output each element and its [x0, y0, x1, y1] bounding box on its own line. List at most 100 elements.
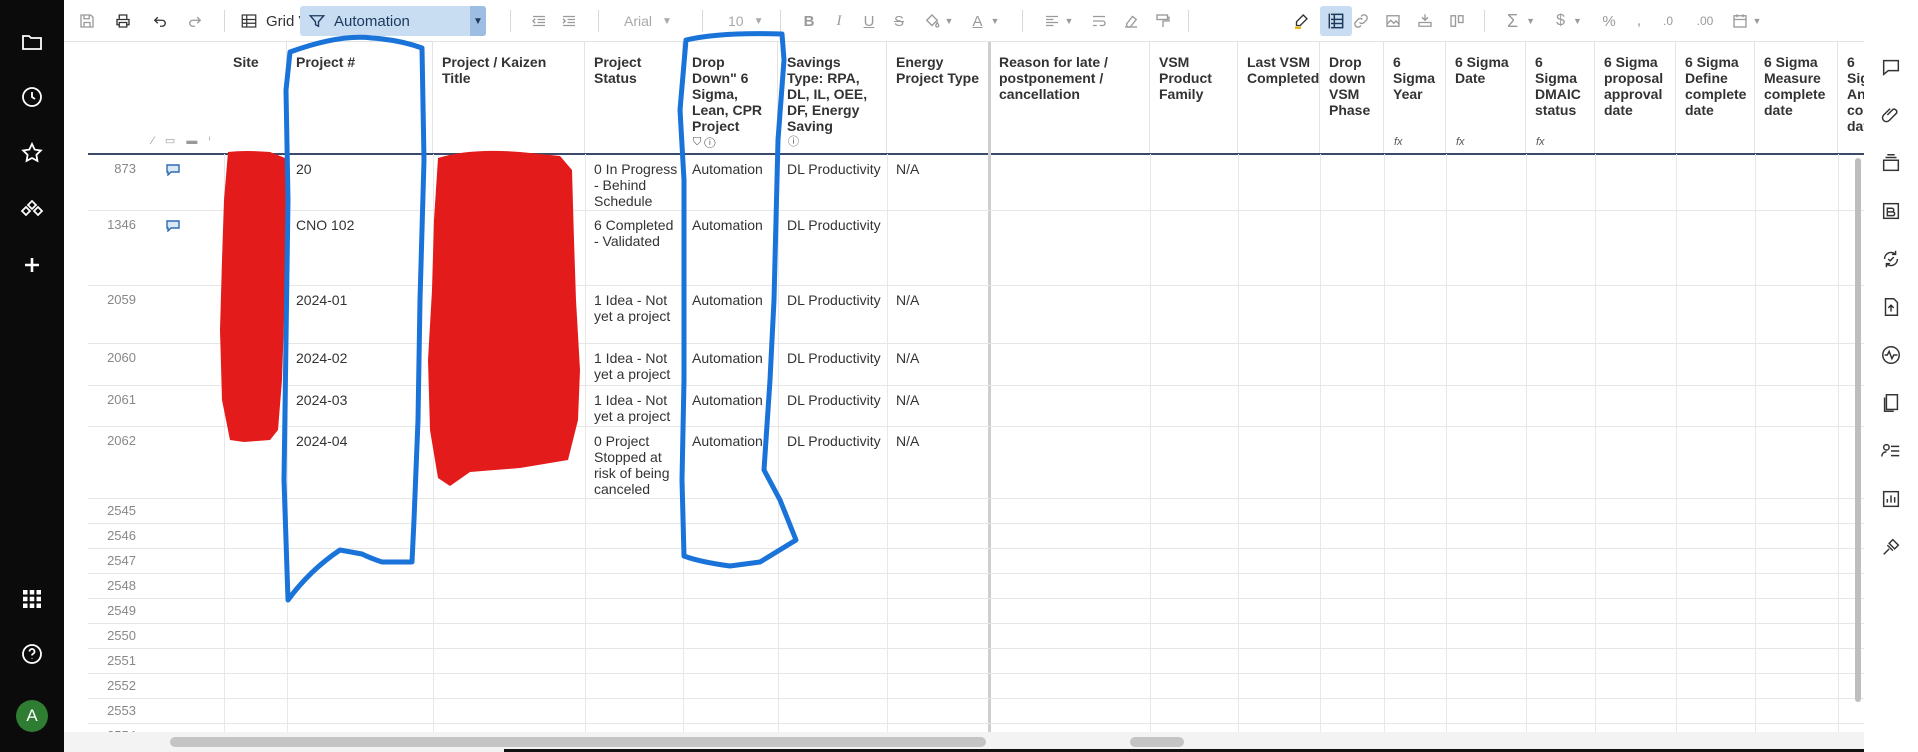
- horizontal-scrollbar-frozen[interactable]: [170, 737, 986, 747]
- insert-row-icon[interactable]: [1414, 8, 1436, 34]
- cell-project_num[interactable]: 2024-04: [289, 433, 429, 449]
- publish-icon[interactable]: [1878, 294, 1904, 320]
- bold-icon[interactable]: B: [798, 8, 820, 34]
- apps-grid-icon[interactable]: [16, 583, 48, 615]
- chevron-down-icon[interactable]: ▼: [470, 6, 486, 36]
- column-header-dmaic[interactable]: 6 Sigma DMAIC status fx: [1526, 42, 1595, 154]
- cell-dropdown[interactable]: Automation: [685, 217, 774, 233]
- star-icon[interactable]: [16, 137, 48, 169]
- print-icon[interactable]: [112, 8, 134, 34]
- cell-status[interactable]: 1 Idea - Not yet a project: [587, 350, 679, 382]
- cell-status[interactable]: 1 Idea - Not yet a project: [587, 292, 679, 324]
- cell-status[interactable]: 1 Idea - Not yet a project: [587, 392, 679, 424]
- column-header-analyze[interactable]: 6 Sigma Anal comp date: [1838, 42, 1864, 154]
- column-header-proposal[interactable]: 6 Sigma proposal approval date: [1595, 42, 1676, 154]
- cell-dropdown[interactable]: Automation: [685, 161, 774, 177]
- gridlines-toggle-icon[interactable]: [1320, 6, 1352, 36]
- font-family-select[interactable]: Arial ▼: [624, 8, 672, 34]
- cell-status[interactable]: 0 In Progress - Behind Schedule: [587, 161, 679, 209]
- cell-energy[interactable]: N/A: [889, 292, 986, 308]
- forms-icon[interactable]: [1878, 390, 1904, 416]
- underline-icon[interactable]: U: [858, 8, 880, 34]
- highlight-icon[interactable]: [1290, 8, 1312, 34]
- cell-energy[interactable]: N/A: [889, 161, 986, 177]
- cell-energy[interactable]: N/A: [889, 433, 986, 449]
- currency-icon[interactable]: $ ▼: [1552, 8, 1586, 34]
- cell-project_num[interactable]: 2024-01: [289, 292, 429, 308]
- wrap-icon[interactable]: [1088, 8, 1110, 34]
- undo-icon[interactable]: [149, 8, 171, 34]
- connections-icon[interactable]: [1878, 534, 1904, 560]
- column-header-reason[interactable]: Reason for late / postponement / cancell…: [990, 42, 1150, 154]
- redo-icon[interactable]: [184, 8, 206, 34]
- image-icon[interactable]: [1382, 8, 1404, 34]
- comment-icon[interactable]: [166, 163, 180, 177]
- fill-color-icon[interactable]: ▼: [920, 8, 956, 34]
- column-header-last_vsm[interactable]: Last VSM Completed: [1238, 42, 1320, 154]
- cell-status[interactable]: 0 Project Stopped at risk of being cance…: [587, 433, 679, 497]
- link-icon[interactable]: [1350, 8, 1372, 34]
- cell-dropdown[interactable]: Automation: [685, 433, 774, 449]
- column-header-title[interactable]: Project / Kaizen Title: [433, 42, 585, 154]
- horizontal-scrollbar[interactable]: [1130, 737, 1184, 747]
- format-painter-icon[interactable]: [1152, 8, 1174, 34]
- percent-icon[interactable]: %: [1598, 8, 1620, 34]
- briefcase-icon[interactable]: [1878, 198, 1904, 224]
- cell-savings[interactable]: DL Productivity: [780, 217, 883, 233]
- filter-button[interactable]: Automation ▼: [300, 6, 486, 36]
- text-color-icon[interactable]: A ▼: [968, 8, 1004, 34]
- cell-savings[interactable]: DL Productivity: [780, 392, 883, 408]
- attachments-icon[interactable]: [1878, 102, 1904, 128]
- vertical-scrollbar[interactable]: [1855, 158, 1861, 702]
- cell-savings[interactable]: DL Productivity: [780, 433, 883, 449]
- column-header-define[interactable]: 6 Sigma Define complete date: [1676, 42, 1755, 154]
- plus-icon[interactable]: [16, 249, 48, 281]
- thousands-separator-icon[interactable]: ,: [1628, 8, 1650, 34]
- formula-sum-icon[interactable]: Σ ▼: [1504, 8, 1538, 34]
- italic-icon[interactable]: I: [828, 8, 850, 34]
- column-header-sigma_year[interactable]: 6 Sigma Year fx: [1384, 42, 1446, 154]
- clock-icon[interactable]: [16, 81, 48, 113]
- column-header-dropdown[interactable]: Drop Down" 6 Sigma, Lean, CPR Project ⛉ ⓘ: [683, 42, 778, 154]
- column-header-savings[interactable]: Savings Type: RPA, DL, IL, OEE, DF, Ener…: [778, 42, 887, 154]
- cell-energy[interactable]: N/A: [889, 392, 986, 408]
- align-icon[interactable]: ▼: [1040, 8, 1076, 34]
- update-requests-icon[interactable]: [1878, 438, 1904, 464]
- cell-dropdown[interactable]: Automation: [685, 292, 774, 308]
- comment-icon[interactable]: [166, 219, 180, 233]
- cell-status[interactable]: 6 Completed - Validated: [587, 217, 679, 249]
- column-header-vsm_family[interactable]: VSM Product Family: [1150, 42, 1238, 154]
- column-header-energy[interactable]: Energy Project Type: [887, 42, 990, 154]
- indent-icon[interactable]: [558, 8, 580, 34]
- increase-decimal-icon[interactable]: .00: [1690, 8, 1720, 34]
- clear-format-icon[interactable]: [1120, 8, 1142, 34]
- cell-project_num[interactable]: CNO 102: [289, 217, 429, 233]
- column-header-site[interactable]: Site: [224, 42, 287, 154]
- column-header-vsm_phase[interactable]: Drop down VSM Phase: [1320, 42, 1384, 154]
- date-format-icon[interactable]: ▼: [1728, 8, 1764, 34]
- activity-sync-icon[interactable]: [1878, 246, 1904, 272]
- comments-icon[interactable]: [1878, 54, 1904, 80]
- strikethrough-icon[interactable]: S: [888, 8, 910, 34]
- cell-dropdown[interactable]: Automation: [685, 392, 774, 408]
- cell-savings[interactable]: DL Productivity: [780, 161, 883, 177]
- solutions-icon[interactable]: [16, 193, 48, 225]
- cell-project_num[interactable]: 2024-03: [289, 392, 429, 408]
- reports-icon[interactable]: [1878, 486, 1904, 512]
- column-header-status[interactable]: Project Status: [585, 42, 683, 154]
- cell-project_num[interactable]: 2024-02: [289, 350, 429, 366]
- cell-energy[interactable]: N/A: [889, 350, 986, 366]
- cell-dropdown[interactable]: Automation: [685, 350, 774, 366]
- font-size-select[interactable]: 10 ▼: [728, 8, 763, 34]
- outdent-icon[interactable]: [528, 8, 550, 34]
- column-settings-icon[interactable]: [1446, 8, 1468, 34]
- proofing-icon[interactable]: [1878, 150, 1904, 176]
- summary-icon[interactable]: [1878, 342, 1904, 368]
- folder-icon[interactable]: [16, 26, 48, 58]
- user-avatar[interactable]: A: [16, 700, 48, 732]
- help-icon[interactable]: [16, 638, 48, 670]
- save-icon[interactable]: [76, 8, 98, 34]
- column-header-sigma_date[interactable]: 6 Sigma Date fx: [1446, 42, 1526, 154]
- cell-savings[interactable]: DL Productivity: [780, 292, 883, 308]
- cell-project_num[interactable]: 20: [289, 161, 429, 177]
